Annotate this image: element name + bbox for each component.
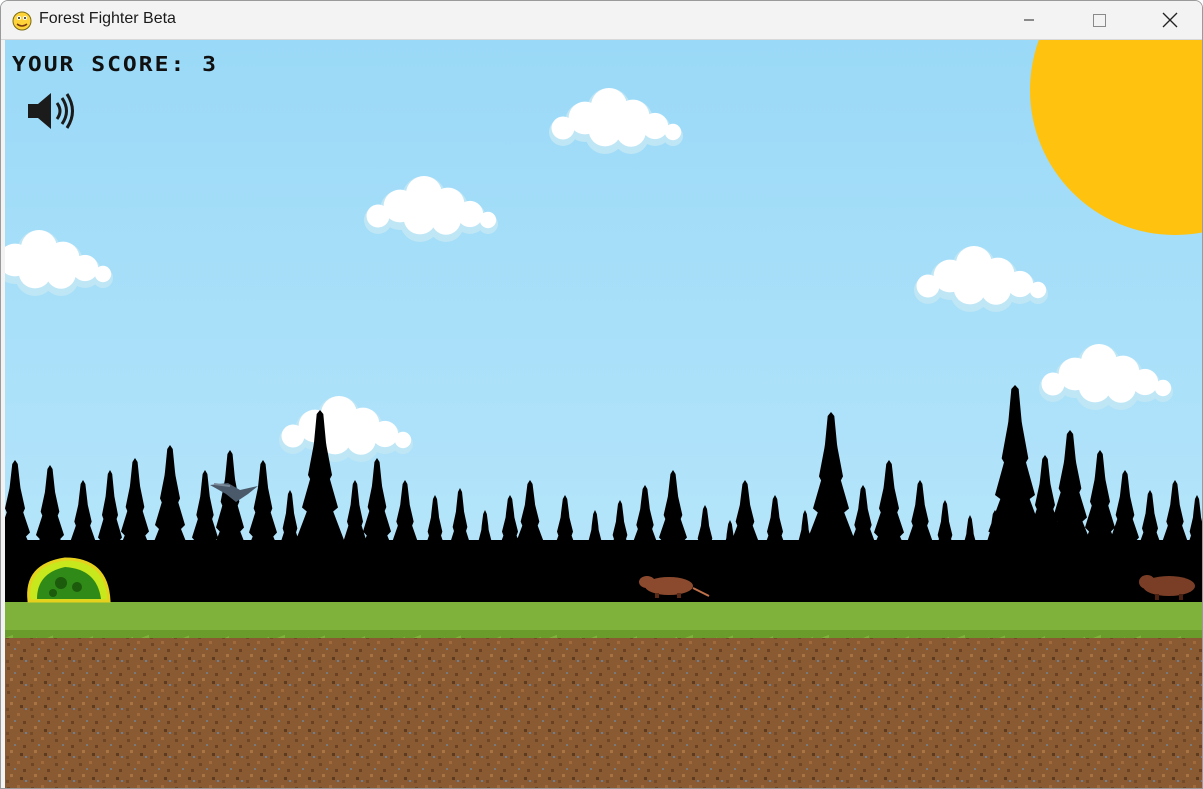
minimize-icon <box>1024 19 1034 21</box>
window-title: Forest Fighter Beta <box>39 10 176 27</box>
dirt-ground <box>5 638 1202 788</box>
score-label: YOUR SCORE: 3 <box>12 53 219 77</box>
minimize-button[interactable] <box>1006 1 1052 39</box>
maximize-icon <box>1093 14 1106 27</box>
game-window: Forest Fighter Beta YOUR SCORE: 3 <box>0 0 1203 789</box>
speaker-on-icon[interactable] <box>23 89 77 133</box>
title-bar[interactable]: Forest Fighter Beta <box>1 1 1202 40</box>
game-canvas[interactable]: YOUR SCORE: 3 <box>5 40 1202 788</box>
pygame-snake-icon <box>12 11 32 31</box>
close-button[interactable] <box>1146 1 1192 39</box>
close-icon <box>1162 12 1178 28</box>
maximize-button[interactable] <box>1076 1 1122 39</box>
